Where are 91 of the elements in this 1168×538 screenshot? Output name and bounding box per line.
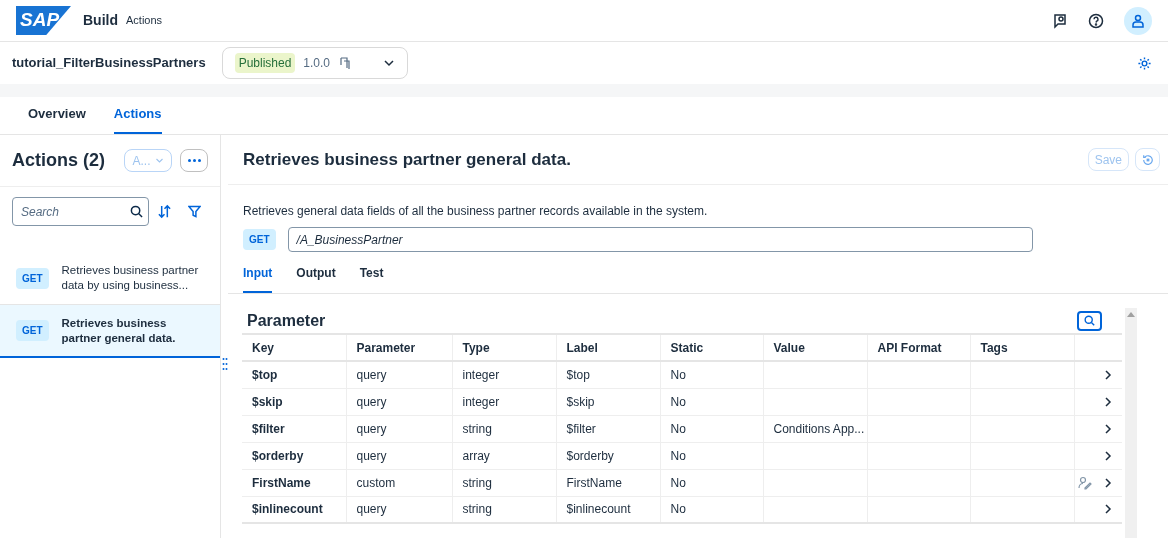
table-cell: $skip: [556, 388, 660, 415]
table-cell: $top: [556, 361, 660, 388]
product-name: Build: [83, 11, 118, 30]
table-cell: No: [660, 469, 763, 496]
caret-icon: [382, 57, 395, 69]
table-cell: Conditions App...: [763, 415, 867, 442]
table-cell: query: [346, 361, 452, 388]
column-header: API Format: [867, 334, 970, 361]
status-badge: Published: [234, 53, 296, 73]
table-row[interactable]: $skip query integer $skip No: [242, 388, 1122, 415]
method-badge: GET: [243, 229, 276, 250]
feedback-icon[interactable]: [1052, 12, 1068, 29]
tab[interactable]: Output: [296, 260, 336, 293]
table-cell: $filter: [556, 415, 660, 442]
caret-icon: [154, 156, 164, 165]
action-label: Retrieves business partner data by using business...: [61, 263, 200, 293]
column-header: Parameter: [346, 334, 452, 361]
settings-icon[interactable]: [1137, 55, 1152, 71]
sap-logo: SAP: [16, 6, 71, 35]
history-icon: [338, 56, 353, 70]
reset-icon: [1141, 153, 1154, 166]
search-button[interactable]: [1077, 310, 1102, 331]
table-cell: No: [660, 415, 763, 442]
chevron-right-icon[interactable]: [1104, 450, 1112, 461]
column-header: Value: [763, 334, 867, 361]
path-field[interactable]: /A_BusinessPartner: [287, 227, 1033, 252]
table-cell: string: [452, 469, 556, 496]
table-cell: custom: [346, 469, 452, 496]
chevron-right-icon[interactable]: [1104, 504, 1112, 515]
method-badge: GET: [16, 267, 49, 289]
table-cell: $inlinecount: [556, 496, 660, 523]
project-name: tutorial_FilterBusinessPartners: [12, 54, 206, 73]
chevron-right-icon[interactable]: [1104, 396, 1112, 407]
table-cell: query: [346, 415, 452, 442]
table-cell: No: [660, 496, 763, 523]
sort-icon[interactable]: [157, 204, 172, 219]
column-header: Tags: [970, 334, 1074, 361]
column-header: Key: [242, 334, 346, 361]
column-header: Label: [556, 334, 660, 361]
table-title: Parameter: [247, 310, 326, 331]
search-field[interactable]: Search: [12, 197, 149, 226]
table-cell: FirstName: [242, 469, 346, 496]
action-title: Retrieves business partner general data.: [243, 148, 571, 171]
filter-icon[interactable]: [188, 205, 201, 218]
table-cell: No: [660, 361, 763, 388]
table-cell: $top: [242, 361, 346, 388]
more-button[interactable]: [180, 149, 208, 172]
table-cell: query: [346, 496, 452, 523]
column-header: Type: [452, 334, 556, 361]
action-list-item[interactable]: GET Retrieves business partner general data.: [0, 305, 220, 358]
chevron-right-icon[interactable]: [1104, 369, 1112, 380]
tab[interactable]: Overview: [28, 103, 86, 134]
action-description: Retrieves general data fields of all the business partner records available in the system.: [243, 203, 709, 220]
person-edit-icon[interactable]: [1078, 475, 1092, 490]
table-cell: array: [452, 442, 556, 469]
version-number: 1.0.0: [303, 55, 331, 72]
user-avatar[interactable]: [1124, 6, 1152, 35]
table-cell: FirstName: [556, 469, 660, 496]
chevron-right-icon[interactable]: [1104, 477, 1112, 488]
table-row[interactable]: $filter query string $filter No Conditions App...: [242, 415, 1122, 442]
table-cell: integer: [452, 361, 556, 388]
table-cell: No: [660, 388, 763, 415]
search-icon: [1084, 315, 1095, 326]
method-badge: GET: [16, 320, 49, 341]
table-cell: integer: [452, 388, 556, 415]
search-icon: [130, 205, 143, 218]
table-row[interactable]: $orderby query array $orderby No: [242, 442, 1122, 469]
table-cell: string: [452, 415, 556, 442]
table-cell: string: [452, 496, 556, 523]
scrollbar[interactable]: [1125, 308, 1137, 538]
chevron-right-icon[interactable]: [1104, 423, 1112, 434]
version-selector[interactable]: Published 1.0.0: [221, 47, 408, 79]
tab[interactable]: Test: [359, 260, 384, 293]
table-cell: $orderby: [556, 442, 660, 469]
table-cell: query: [346, 388, 452, 415]
action-label: Retrieves business partner general data.: [61, 315, 177, 346]
splitter-handle-icon[interactable]: [221, 357, 228, 371]
table-row[interactable]: FirstName custom string FirstName No: [242, 469, 1122, 496]
column-header: Static: [660, 334, 763, 361]
tab[interactable]: Input: [243, 260, 273, 293]
panel-title: Actions (2): [12, 149, 105, 172]
table-cell: $orderby: [242, 442, 346, 469]
table-cell: No: [660, 442, 763, 469]
table-cell: $inlinecount: [242, 496, 346, 523]
section-name: Actions: [126, 13, 163, 29]
help-icon[interactable]: [1088, 12, 1104, 29]
table-row[interactable]: $top query integer $top No: [242, 361, 1122, 388]
table-cell: $skip: [242, 388, 346, 415]
table-cell: $filter: [242, 415, 346, 442]
table-row[interactable]: $inlinecount query string $inlinecount No: [242, 496, 1122, 523]
table-cell: query: [346, 442, 452, 469]
